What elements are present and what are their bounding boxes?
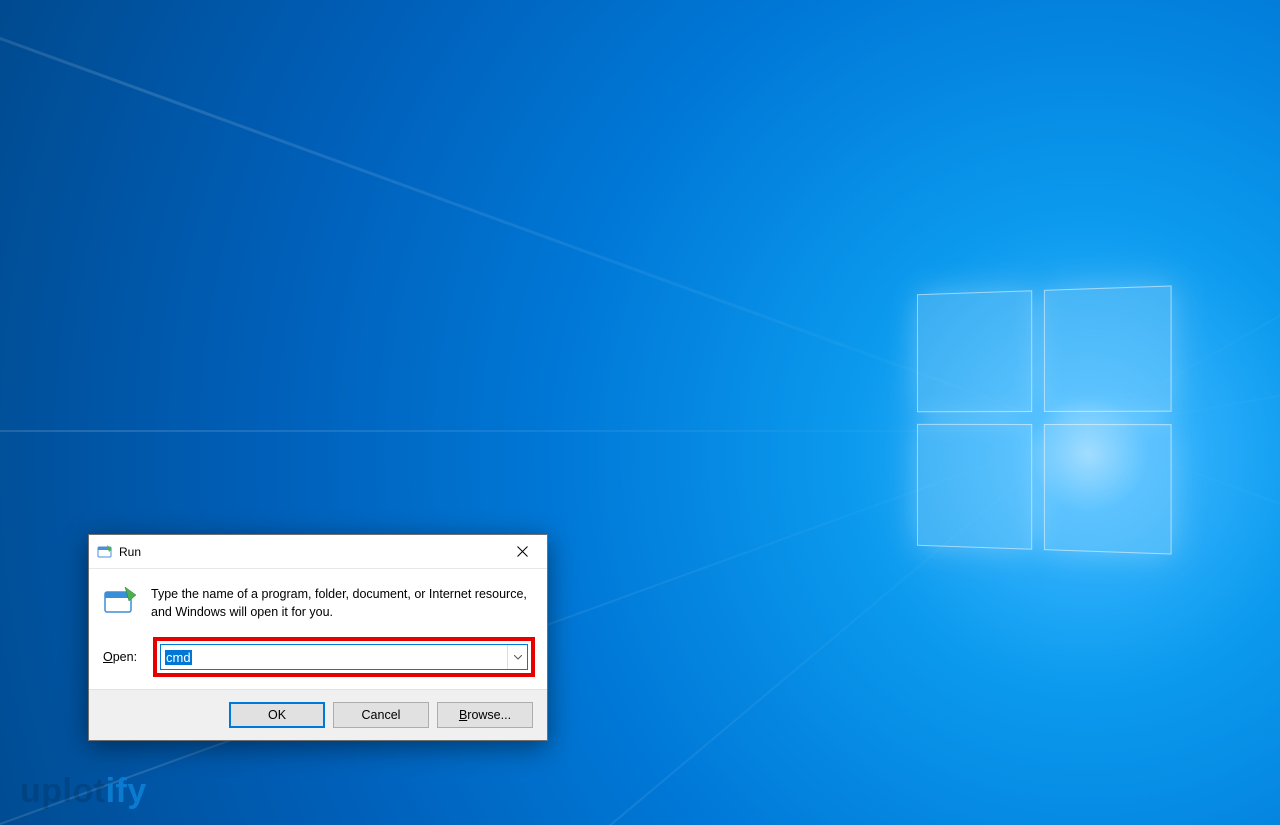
windows-logo-icon — [917, 285, 1172, 554]
run-dialog: Run Type the name of a program, folder, … — [88, 534, 548, 741]
browse-button[interactable]: Browse... — [437, 702, 533, 728]
dropdown-arrow-icon[interactable] — [507, 645, 527, 669]
watermark: uplotify — [20, 772, 147, 811]
annotation-highlight: cmd — [153, 637, 535, 677]
open-input[interactable]: cmd — [161, 645, 507, 669]
windows-desktop: Run Type the name of a program, folder, … — [0, 0, 1280, 825]
open-label: Open: — [101, 650, 143, 664]
dialog-title: Run — [119, 545, 141, 559]
light-ray — [1080, 430, 1280, 825]
close-button[interactable] — [499, 536, 545, 568]
dialog-description: Type the name of a program, folder, docu… — [151, 585, 533, 621]
close-icon — [517, 546, 528, 557]
cancel-button[interactable]: Cancel — [333, 702, 429, 728]
open-combobox[interactable]: cmd — [160, 644, 528, 670]
open-input-value: cmd — [165, 650, 192, 665]
titlebar[interactable]: Run — [89, 535, 547, 569]
light-ray — [0, 430, 1080, 432]
light-ray — [0, 0, 1081, 433]
button-row: OK Cancel Browse... — [89, 689, 547, 740]
light-ray — [1080, 0, 1280, 432]
ok-button[interactable]: OK — [229, 702, 325, 728]
light-ray — [1080, 83, 1280, 432]
run-title-icon — [97, 544, 113, 560]
run-dialog-icon — [103, 585, 137, 619]
